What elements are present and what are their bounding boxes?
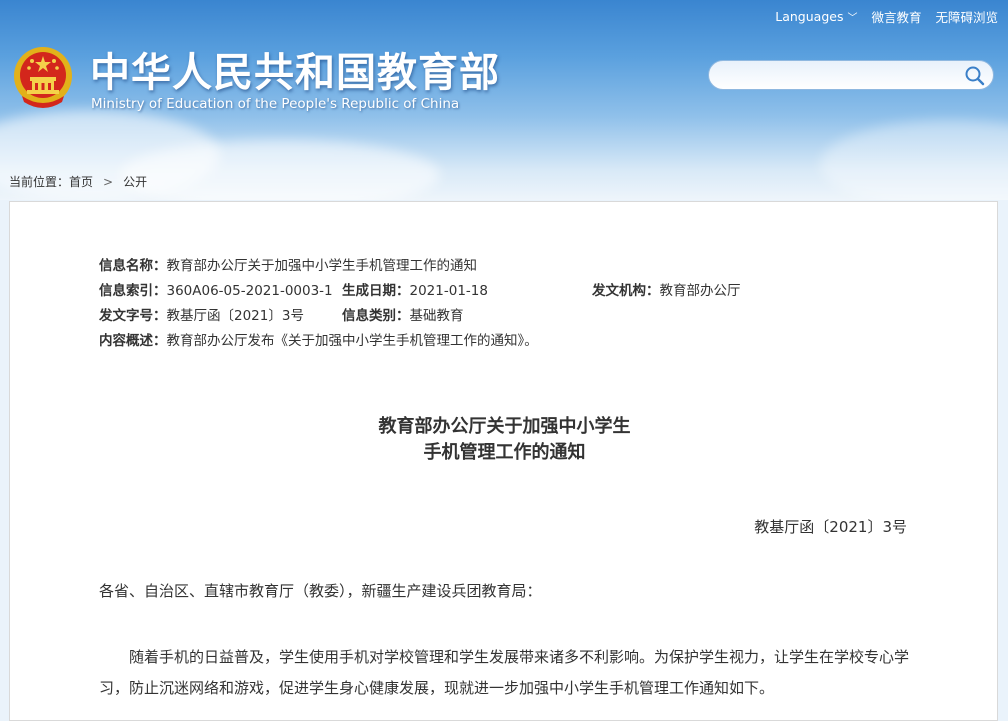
top-links: Languages ﹀ 微言教育 无障碍浏览 <box>775 7 998 26</box>
chevron-down-icon: ﹀ <box>847 13 858 24</box>
cloud-decoration <box>120 140 440 200</box>
meta-row-index: 信息索引：360A06-05-2021-0003-1 生成日期：2021-01-… <box>99 279 741 304</box>
meta-date-value: 2021-01-18 <box>409 283 488 299</box>
breadcrumb: 当前位置：首页 > 公开 <box>9 173 147 190</box>
document-title: 教育部办公厅关于加强中小学生 手机管理工作的通知 <box>10 414 999 466</box>
national-emblem-icon <box>14 47 72 108</box>
search-icon[interactable] <box>963 64 987 86</box>
document-paragraph: 随着手机的日益普及，学生使用手机对学校管理和学生发展带来诸多不利影响。为保护学生… <box>99 648 910 697</box>
document-salutation: 各省、自治区、直辖市教育厅（教委），新疆生产建设兵团教育局： <box>99 582 542 600</box>
cloud-decoration <box>820 120 1008 200</box>
search-box <box>708 60 994 90</box>
header-banner: 中华人民共和国教育部 Ministry of Education of the … <box>0 0 1008 200</box>
meta-row-summary: 内容概述：教育部办公厅发布《关于加强中小学生手机管理工作的通知》。 <box>99 329 538 354</box>
site-title-en: Ministry of Education of the People's Re… <box>91 96 460 112</box>
breadcrumb-current[interactable]: 公开 <box>123 175 147 189</box>
meta-date-label: 生成日期： <box>342 283 410 299</box>
document-metadata: 信息名称：教育部办公厅关于加强中小学生手机管理工作的通知 信息索引：360A06… <box>99 254 741 354</box>
breadcrumb-prefix: 当前位置： <box>9 175 70 189</box>
languages-label: Languages <box>775 9 844 24</box>
breadcrumb-home-link[interactable]: 首页 <box>69 175 93 189</box>
meta-index-label: 信息索引： <box>99 283 167 299</box>
meta-row-docno: 发文字号：教基厅函〔2021〕3号 信息类别：基础教育 <box>99 304 538 329</box>
languages-menu[interactable]: Languages ﹀ <box>775 9 857 24</box>
site-title-cn: 中华人民共和国教育部 <box>90 50 500 96</box>
meta-docno-value: 教基厅函〔2021〕3号 <box>166 308 304 324</box>
meta-org-label: 发文机构： <box>592 283 660 299</box>
meta-summary-value: 教育部办公厅发布《关于加强中小学生手机管理工作的通知》。 <box>166 333 538 349</box>
meta-name-value: 教育部办公厅关于加强中小学生手机管理工作的通知 <box>166 258 478 274</box>
content-panel: 信息名称：教育部办公厅关于加强中小学生手机管理工作的通知 信息索引：360A06… <box>9 201 998 721</box>
document-number: 教基厅函〔2021〕3号 <box>754 518 907 536</box>
chevron-right-icon: > <box>103 175 114 189</box>
meta-summary-label: 内容概述： <box>99 333 167 349</box>
meta-org-value: 教育部办公厅 <box>659 283 741 299</box>
meta-index-value: 360A06-05-2021-0003-1 <box>166 283 333 299</box>
meta-docno-label: 发文字号： <box>99 308 167 324</box>
meta-category-label: 信息类别： <box>342 308 410 324</box>
accessibility-link[interactable]: 无障碍浏览 <box>935 7 998 26</box>
meta-row-name: 信息名称：教育部办公厅关于加强中小学生手机管理工作的通知 <box>99 254 538 279</box>
search-input[interactable] <box>721 65 965 87</box>
document-title-line1: 教育部办公厅关于加强中小学生 <box>378 416 631 437</box>
document-title-line2: 手机管理工作的通知 <box>423 442 586 463</box>
weibo-link[interactable]: 微言教育 <box>871 7 921 26</box>
meta-category-value: 基础教育 <box>409 308 464 324</box>
meta-name-label: 信息名称： <box>99 258 167 274</box>
